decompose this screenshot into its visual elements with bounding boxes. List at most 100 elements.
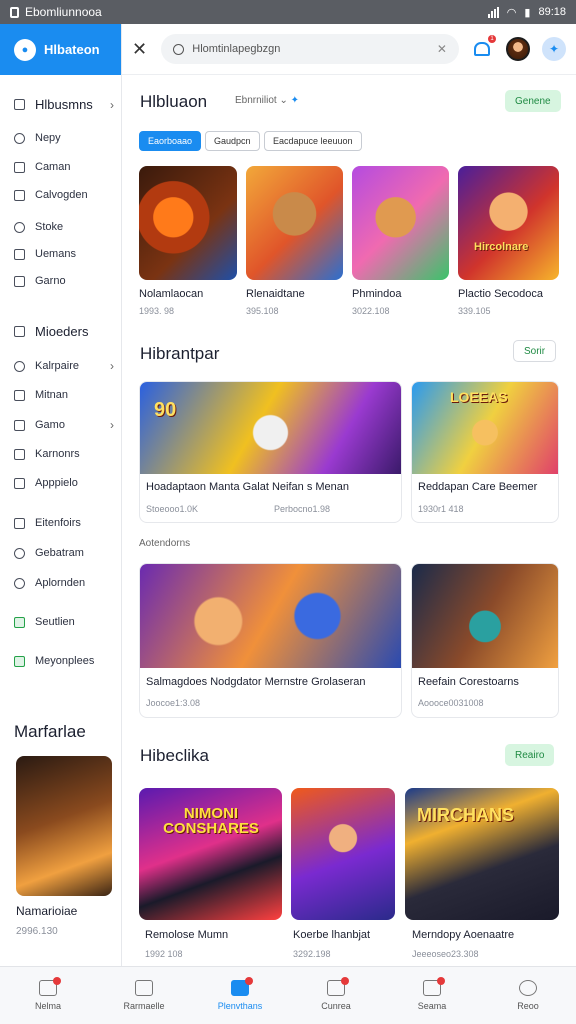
banner-meta: 1930r1 418 — [418, 504, 464, 514]
game-card-meta: 3022.108 — [352, 306, 390, 316]
sidebar-item-9[interactable]: Mitnan — [14, 389, 114, 401]
banner-meta: Aoooce0031008 — [418, 698, 484, 708]
section1-action-button[interactable]: Genene — [505, 90, 561, 112]
sidebar-item-2[interactable]: Caman — [14, 161, 114, 173]
game-card-image[interactable] — [139, 166, 237, 280]
nav-label: Cunrea — [321, 1001, 351, 1011]
close-icon[interactable]: ✕ — [132, 39, 151, 60]
card-art-text: Hircolnare — [474, 241, 529, 253]
sidebar-item-0[interactable]: Hlbusmns › — [14, 97, 114, 112]
filter-chip-1[interactable]: Gaudpcn — [205, 131, 260, 151]
sidebar-item-label: Apppielo — [35, 477, 78, 489]
game-card-title[interactable]: Plactio Secodoca — [458, 288, 543, 300]
game-card-title[interactable]: Koerbe lhanbjat — [293, 929, 370, 941]
nav-item-activity[interactable]: Seama — [384, 967, 480, 1024]
sidebar-item-14[interactable]: Gebatram — [14, 547, 114, 559]
notification-button[interactable]: 1 — [471, 35, 496, 61]
nav-item-profile[interactable]: Reoo — [480, 967, 576, 1024]
section2-action-button[interactable]: Sorir — [513, 340, 557, 362]
banner-title: Hoadaptaon Manta Galat Neifan s Menan — [146, 481, 350, 493]
nav-label: Rarmaelle — [123, 1001, 165, 1011]
filter-chip-2[interactable]: Eacdapuce leeuuon — [264, 131, 362, 151]
triangle-icon — [14, 448, 25, 460]
sidebar-item-5[interactable]: Uemans — [14, 248, 114, 260]
account-menu-button[interactable]: ✦ — [542, 37, 566, 61]
game-card-image[interactable] — [352, 166, 449, 280]
sidebar-item-8[interactable]: Kalrpaire › — [14, 359, 114, 373]
sidebar-item-label: Kalrpaire — [35, 360, 80, 372]
nav-label: Reoo — [517, 1001, 539, 1011]
filter-label: Ebnrniliot — [235, 95, 277, 106]
nav-item-active[interactable]: Plenvthans — [192, 967, 288, 1024]
banner-meta: Joocoe1:3.08 — [146, 698, 201, 708]
sidebar-item-17[interactable]: Meyonplees — [14, 655, 114, 667]
featured-banner[interactable]: Reefain Corestoarns Aoooce0031008 — [411, 563, 559, 718]
sidebar-item-label: Aplornden — [35, 577, 86, 589]
game-card-image[interactable]: MIRCHANS — [405, 788, 559, 920]
status-bar: Ebomliunnooa ◠ ▮ 89:18 — [0, 0, 576, 24]
sidebar-item-12[interactable]: Apppielo — [14, 477, 114, 489]
sidebar-item-15[interactable]: Aplornden — [14, 577, 114, 589]
bell-icon — [474, 42, 491, 56]
game-card-title[interactable]: Merndopy Aoenaatre — [412, 929, 514, 941]
search-input[interactable]: Hlomtinlapegbzgn ✕ — [161, 34, 459, 64]
section4-action-button[interactable]: Reairo — [505, 744, 555, 766]
nav-item-library[interactable]: Rarmaelle — [96, 967, 192, 1024]
brand-logo-icon: ● — [14, 38, 36, 61]
sidebar-item-13[interactable]: Eitenfoirs — [14, 517, 114, 529]
featured-banner[interactable]: 90 Hoadaptaon Manta Galat Neifan s Menan… — [139, 381, 402, 523]
banner-meta: Stoeooo1.0K — [146, 504, 199, 514]
banner-title: Salmagdoes Nodgdator Mernstre Grolaseran — [146, 676, 366, 688]
top-bar: ✕ Hlomtinlapegbzgn ✕ 1 ✦ — [122, 24, 576, 75]
mail-icon — [14, 248, 25, 260]
sidebar-item-label: Calvogden — [35, 189, 88, 201]
sidebar-item-7[interactable]: Mioeders — [14, 324, 114, 339]
sidebar-item-11[interactable]: Karnonrs — [14, 448, 114, 460]
profile-button[interactable] — [506, 37, 530, 61]
filter-chip-0[interactable]: Eaorboaao — [139, 131, 202, 151]
chart-icon — [14, 655, 25, 667]
target-icon — [14, 577, 25, 589]
game-card-image[interactable]: Hircolnare — [458, 166, 559, 280]
nav-badge — [341, 977, 349, 985]
game-card-image[interactable] — [246, 166, 343, 280]
sidebar-featured-card[interactable] — [16, 756, 112, 896]
game-card-image[interactable] — [291, 788, 395, 920]
sidebar-item-label: Mioeders — [35, 324, 89, 339]
game-card-title[interactable]: Remolose Mumn — [145, 929, 228, 941]
banner-image — [412, 564, 558, 668]
nav-label: Plenvthans — [217, 1001, 263, 1011]
sidebar-item-3[interactable]: Calvogden — [14, 189, 114, 201]
game-card-title[interactable]: Nolamlaocan — [139, 288, 203, 300]
user-icon — [14, 132, 25, 144]
sidebar-item-label: Uemans — [35, 248, 76, 260]
square-icon — [14, 326, 25, 337]
sidebar-item-6[interactable]: Garno — [14, 275, 114, 287]
sidebar-item-label: Gamo — [35, 419, 65, 431]
nav-item-games[interactable]: Cunrea — [288, 967, 384, 1024]
game-card-title[interactable]: Rlenaidtane — [246, 288, 305, 300]
banner-image — [140, 564, 401, 668]
brand[interactable]: ● Hlbateon — [0, 24, 121, 75]
nav-item-home[interactable]: Nelma — [0, 967, 96, 1024]
banner-title: Reddapan Care Beemer — [418, 481, 538, 493]
sidebar-item-1[interactable]: Nepy — [14, 132, 114, 144]
section1-filter[interactable]: Ebnrniliot ⌄ ✦ — [235, 95, 299, 106]
sidebar-featured-title: Namarioiae — [16, 904, 78, 918]
sidebar-item-4[interactable]: Stoke — [14, 221, 114, 233]
sidebar-item-label: Hlbusmns — [35, 97, 93, 112]
featured-banner[interactable]: Salmagdoes Nodgdator Mernstre Grolaseran… — [139, 563, 402, 718]
chevron-right-icon: › — [110, 418, 114, 432]
sidebar-item-16[interactable]: Seutlien — [14, 616, 114, 628]
featured-banner[interactable]: LOEEAS Reddapan Care Beemer 1930r1 418 — [411, 381, 559, 523]
clear-icon[interactable]: ✕ — [437, 42, 447, 56]
square-icon — [14, 161, 25, 173]
nav-label: Seama — [417, 1001, 447, 1011]
grid-icon — [14, 189, 25, 201]
section4-title: Hibeclika — [140, 746, 209, 765]
game-card-image[interactable]: NIMONI CONSHARES — [139, 788, 282, 920]
card-art-text: NIMONI CONSHARES — [163, 805, 259, 837]
sidebar-item-10[interactable]: Gamo › — [14, 418, 114, 432]
game-card-title[interactable]: Phmindoa — [352, 288, 402, 300]
account-icon: ✦ — [542, 37, 566, 61]
